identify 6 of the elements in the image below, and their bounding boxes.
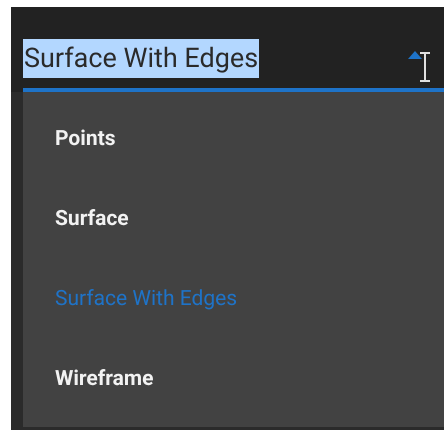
- caret-icon[interactable]: [408, 49, 422, 59]
- menu-item[interactable]: Wireframe: [23, 340, 444, 420]
- menu-item[interactable]: Surface: [23, 180, 444, 260]
- text-cursor-icon: [418, 52, 432, 82]
- field-value: Surface With Edges: [23, 39, 260, 78]
- menu-item[interactable]: Points: [23, 100, 444, 180]
